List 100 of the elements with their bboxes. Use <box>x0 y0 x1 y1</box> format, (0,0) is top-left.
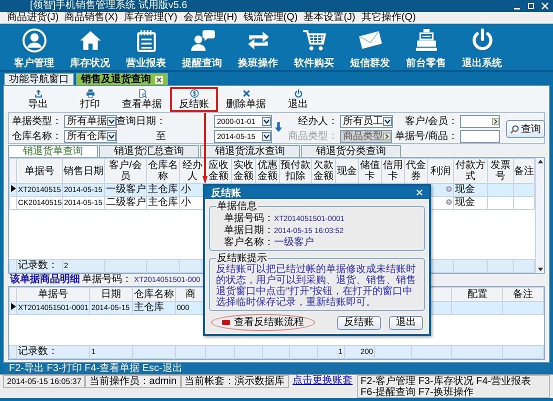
launcher-button[interactable]: 前台零售 <box>398 28 454 70</box>
column-header: 预付款扣除 <box>280 158 312 184</box>
toolbar-button[interactable]: 删除单据 <box>222 87 270 112</box>
dialog-title: 反结账 <box>211 186 241 200</box>
row-pointer-icon <box>11 185 16 192</box>
column-header: 信用卡 <box>382 158 404 184</box>
menu-item[interactable]: 基本设置(J) <box>300 12 358 23</box>
toolbar-button[interactable]: 退出 <box>274 87 322 112</box>
column-header: 储值卡 <box>358 158 382 184</box>
field-label: 单据号/商品： <box>394 130 458 142</box>
tab[interactable]: 功能导航窗口 <box>4 73 74 85</box>
pointer-arrow <box>202 113 208 184</box>
subtab[interactable]: 销退货单查询 <box>8 145 98 157</box>
menu-item[interactable]: 其它操作(Q) <box>358 12 419 23</box>
launcher-button[interactable]: 营业报表 <box>118 28 174 70</box>
picker-icon <box>492 117 499 126</box>
chat-person-icon <box>188 28 216 53</box>
column-header: 应收金额 <box>206 158 232 184</box>
menu-item[interactable]: 库存管理(Y) <box>121 12 180 23</box>
dropdown[interactable]: 所有员工 <box>340 115 393 128</box>
launcher-button[interactable]: 库存状况 <box>62 28 118 70</box>
toolbar-button[interactable]: 打印 <box>66 87 114 112</box>
column-header: 实收金额 <box>232 158 256 184</box>
toolbar-button[interactable]: 导出 <box>14 87 62 112</box>
toolbar-button[interactable]: 反结账 <box>170 87 218 112</box>
picker-field[interactable] <box>460 115 500 128</box>
exit-button[interactable]: 退出 <box>389 316 423 330</box>
column-header: 代金券 <box>404 158 428 184</box>
input-field[interactable] <box>460 130 500 143</box>
column-header: 单据号 <box>16 288 90 302</box>
switch-account-link[interactable]: 点击更换账套 <box>288 375 357 386</box>
column-header: 仓库名称 <box>132 288 176 302</box>
menu-item[interactable]: 商品进货(J) <box>4 12 62 23</box>
dropdown[interactable]: 所有单据 <box>64 115 117 128</box>
toolbar-button[interactable]: 查看单据 <box>118 87 166 112</box>
menu-item[interactable]: 商品销售(X) <box>62 12 122 23</box>
subtab[interactable]: 销退货汇总查询 <box>99 145 199 157</box>
table-cell: 现金 <box>454 196 488 210</box>
field-label: 经办人： <box>297 116 338 128</box>
document-search-icon <box>136 89 148 98</box>
column-header: 现金 <box>336 158 358 184</box>
person-icon <box>20 28 48 53</box>
caret-icon <box>383 117 392 126</box>
close-icon <box>541 2 549 10</box>
shortcut-hints: F2-客户管理 F3-库存状况 F4-营业报表 F6-提醒查询 F7-换班操作 <box>356 375 550 398</box>
column-header: 付款方式 <box>454 158 488 184</box>
close-icon <box>416 189 423 196</box>
field-label: 至 <box>155 130 166 142</box>
menu-item[interactable]: 钱流管理(Q) <box>240 12 301 23</box>
launcher-button[interactable]: 提醒查询 <box>174 28 230 70</box>
table-cell: 主仓库 <box>132 302 176 314</box>
column-header: 经办人 <box>180 158 206 184</box>
column-header: 发票号 <box>488 158 514 184</box>
launcher-button[interactable]: 客户管理 <box>6 28 62 70</box>
search-button[interactable]: 查询 <box>506 120 545 138</box>
power-icon <box>292 89 304 98</box>
section-title: 该单据商品明细 <box>10 274 80 286</box>
column-header: 备注 <box>514 158 534 184</box>
field-label: 客户名称： <box>224 236 274 249</box>
caret-icon <box>107 117 116 126</box>
subtab[interactable]: 销退货流水查询 <box>200 145 300 157</box>
tab[interactable]: 销售及退货查询 <box>76 73 168 85</box>
printer-icon <box>84 89 96 98</box>
launcher-button[interactable]: 短信群发 <box>342 28 398 70</box>
table-cell: 主仓库 <box>146 196 180 210</box>
scroll-up-icon <box>536 158 544 165</box>
hint-text: 反结账可以把已结过帐的单据修改成未结账时的状态，用户可以到采购、退货、销售、销售退货窗口中点击“打开”按钮，在打开的窗口中选择临时保存记录，重新结账即可。 <box>216 264 417 308</box>
subtab[interactable]: 销退货分类查询 <box>301 145 401 157</box>
clock-text: 2014-05-15 16:05:37 <box>3 375 86 388</box>
close-icon <box>155 76 163 84</box>
launcher-button[interactable]: 软件购买 <box>286 28 342 70</box>
flow-link[interactable]: 查看反结账流程 <box>211 314 315 331</box>
column-header: 优惠金额 <box>256 158 280 184</box>
table-cell: 主仓库 <box>146 184 180 196</box>
reverse-settle-button[interactable]: 反结账 <box>337 316 381 330</box>
picker-icon <box>383 132 391 141</box>
scroll-down-icon <box>536 266 544 273</box>
account-text: 当前帐套：演示数据库 <box>180 375 289 388</box>
group-label: 单据信息 <box>216 201 258 212</box>
field-label: 单据号码： <box>82 274 132 286</box>
maximize-icon <box>527 2 535 10</box>
down-arrow-icon <box>274 122 283 133</box>
column-header: 配置 <box>452 288 503 302</box>
menu-item[interactable]: 会员管理(H) <box>180 12 240 23</box>
dropdown[interactable]: 所有仓库 <box>64 130 117 143</box>
column-header: 单据号 <box>16 158 62 184</box>
scrollbar[interactable] <box>535 158 544 273</box>
caret-icon <box>262 132 271 141</box>
launcher-button[interactable]: 退出系统 <box>454 28 510 70</box>
field-label: 查询日期： <box>116 116 166 128</box>
column-header: 销售日期 <box>62 158 104 184</box>
caret-icon <box>262 117 271 126</box>
table-cell: 二级客户 <box>104 196 146 210</box>
launcher-button[interactable]: 换班操作 <box>230 28 286 70</box>
field-label: 客户/会员： <box>404 116 458 128</box>
field-label: 仓库名称： <box>12 130 62 142</box>
search-icon <box>510 124 519 134</box>
operator-text: 当前操作员：admin <box>85 375 181 388</box>
column-header: 仓库名称 <box>146 158 180 184</box>
column-header: 客户/会员 <box>104 158 146 184</box>
